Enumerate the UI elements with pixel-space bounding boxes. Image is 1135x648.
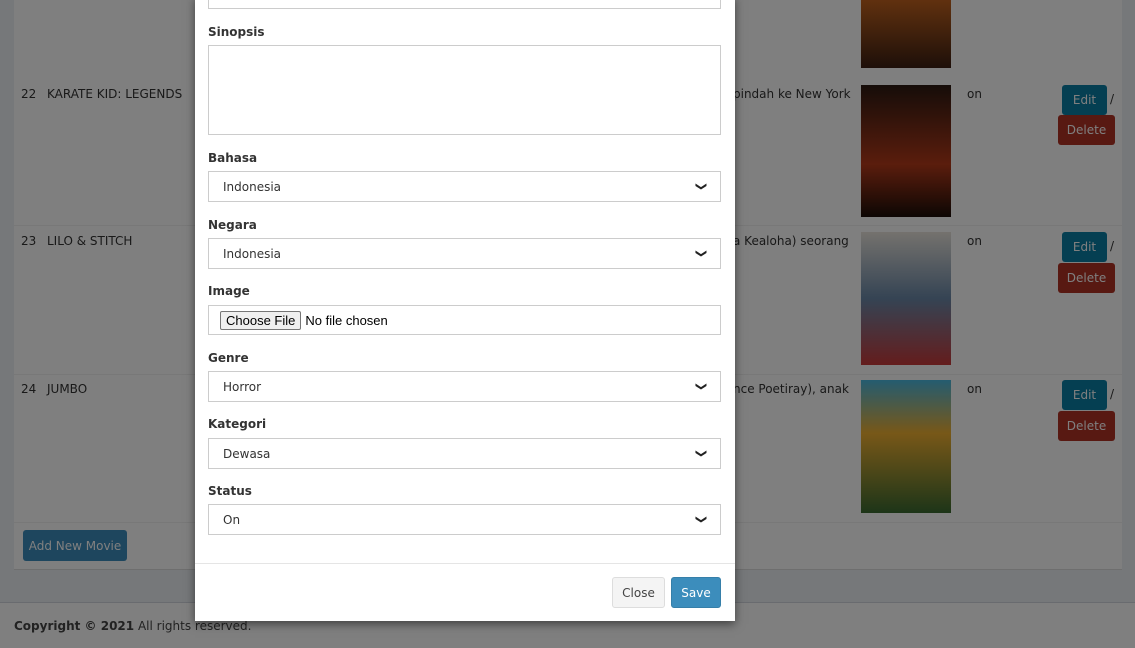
chevron-down-icon: ❯ xyxy=(694,381,708,392)
sinopsis-textarea[interactable] xyxy=(208,45,721,135)
sinopsis-label: Sinopsis xyxy=(208,25,265,39)
bahasa-selected-value: Indonesia xyxy=(223,179,282,194)
chevron-down-icon: ❯ xyxy=(694,514,708,525)
status-selected-value: On xyxy=(223,512,241,527)
close-button[interactable]: Close xyxy=(612,577,665,608)
genre-select[interactable]: Horror ❯ xyxy=(208,371,721,402)
chevron-down-icon: ❯ xyxy=(694,248,708,259)
bahasa-select[interactable]: Indonesia ❯ xyxy=(208,171,721,202)
chevron-down-icon: ❯ xyxy=(694,448,708,459)
negara-selected-value: Indonesia xyxy=(223,246,282,261)
choose-file-button[interactable]: Choose File xyxy=(220,310,302,330)
status-select[interactable]: On ❯ xyxy=(208,504,721,535)
kategori-select[interactable]: Dewasa ❯ xyxy=(208,438,721,469)
genre-selected-value: Horror xyxy=(223,379,262,394)
negara-select[interactable]: Indonesia ❯ xyxy=(208,238,721,269)
edit-movie-modal: Sinopsis Bahasa Indonesia ❯ Negara Indon… xyxy=(195,0,735,621)
file-status-text: No file chosen xyxy=(305,312,388,328)
status-label: Status xyxy=(208,484,252,498)
kategori-selected-value: Dewasa xyxy=(223,446,271,461)
chevron-down-icon: ❯ xyxy=(694,181,708,192)
previous-field-input[interactable] xyxy=(208,0,721,9)
modal-footer: Close Save xyxy=(195,563,735,621)
bahasa-label: Bahasa xyxy=(208,151,258,165)
image-file-input[interactable]: Choose File No file chosen xyxy=(208,305,721,335)
genre-label: Genre xyxy=(208,351,249,365)
save-button[interactable]: Save xyxy=(671,577,721,608)
negara-label: Negara xyxy=(208,218,257,232)
image-label: Image xyxy=(208,284,250,298)
kategori-label: Kategori xyxy=(208,417,267,431)
